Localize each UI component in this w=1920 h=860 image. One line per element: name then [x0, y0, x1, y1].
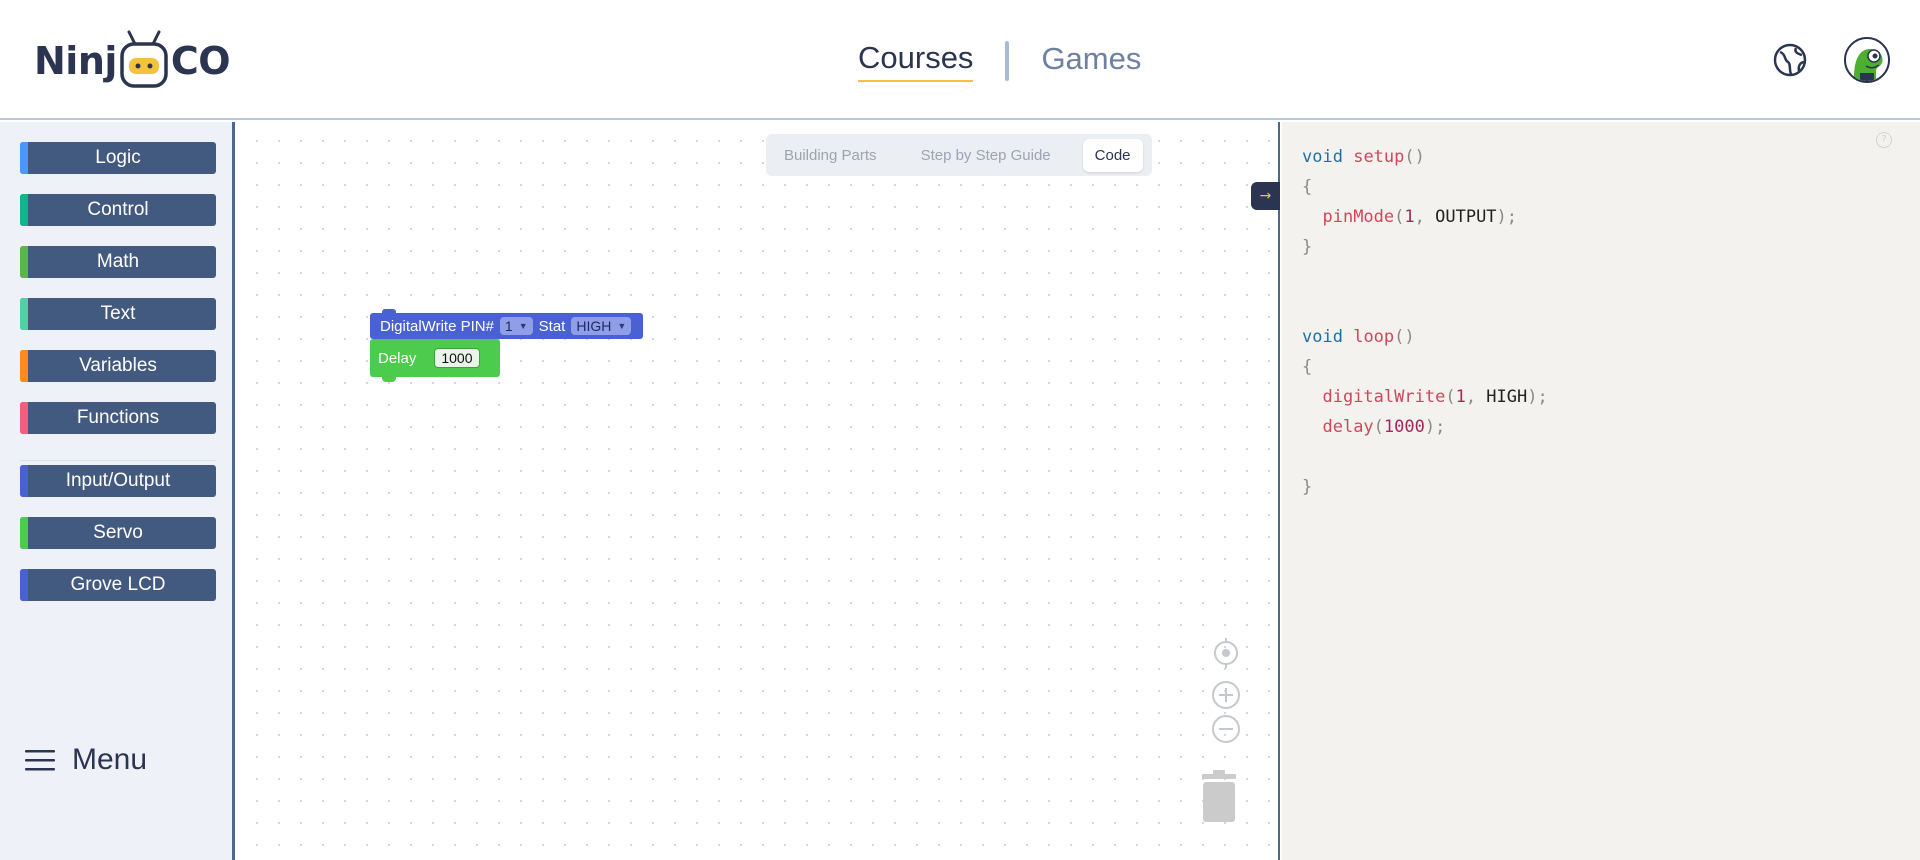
code-fn-delay: delay	[1322, 417, 1374, 437]
tab-building-parts[interactable]: Building Parts	[772, 139, 889, 172]
zoom-in-icon[interactable]	[1211, 680, 1241, 710]
code-view: void setup() { pinMode(1, OUTPUT); } voi…	[1302, 147, 1548, 497]
logo-text-left: Ninj	[34, 39, 117, 83]
help-icon[interactable]: ?	[1876, 132, 1892, 148]
category-label: Text	[100, 303, 136, 324]
dropdown-arrow-icon: ▼	[518, 321, 528, 331]
globe-icon[interactable]	[1772, 42, 1808, 78]
delay-block[interactable]: Delay 1000	[370, 339, 500, 382]
category-label: Functions	[76, 407, 160, 428]
category-text[interactable]: Text	[20, 298, 216, 330]
category-swatch	[20, 142, 28, 174]
blockly-workspace[interactable]: Building Parts Step by Step Guide Code →…	[238, 122, 1280, 860]
stat-dropdown[interactable]: HIGH ▼	[571, 317, 632, 335]
category-math[interactable]: Math	[20, 246, 216, 278]
category-swatch	[20, 194, 28, 226]
collapse-code-panel-button[interactable]: →	[1251, 182, 1280, 210]
code-fn-digitalwrite: digitalWrite	[1322, 387, 1446, 407]
robot-logo-icon	[120, 30, 168, 88]
category-label: Variables	[79, 355, 157, 376]
category-swatch	[20, 402, 28, 434]
code-fn-setup: setup	[1353, 147, 1405, 167]
stat-label: Stat	[538, 317, 566, 335]
delay-input[interactable]: 1000	[434, 348, 480, 368]
category-swatch	[20, 246, 28, 278]
pin-dropdown[interactable]: 1 ▼	[499, 317, 533, 335]
top-header: Ninj CO Courses Games	[0, 0, 1920, 120]
zoom-out-icon[interactable]	[1211, 714, 1241, 744]
category-variables[interactable]: Variables	[20, 350, 216, 382]
code-fn-loop: loop	[1353, 327, 1395, 347]
nav-divider	[1005, 41, 1010, 81]
category-swatch	[20, 465, 28, 497]
menu-button[interactable]: Menu	[24, 740, 147, 780]
pin-value: 1	[504, 318, 513, 334]
hamburger-icon	[25, 750, 55, 771]
main-nav: Courses Games	[858, 36, 1141, 86]
generated-code-panel: ? void setup() { pinMode(1, OUTPUT); } v…	[1282, 122, 1920, 860]
category-swatch	[20, 569, 28, 601]
category-label: Input/Output	[65, 470, 171, 491]
dino-avatar-icon	[1846, 39, 1888, 81]
target-icon[interactable]	[1211, 638, 1241, 668]
category-label: Control	[87, 199, 149, 220]
digitalwrite-label: DigitalWrite PIN#	[380, 317, 494, 335]
category-label: Servo	[93, 522, 143, 543]
tab-step-by-step-guide[interactable]: Step by Step Guide	[909, 139, 1063, 172]
category-swatch	[20, 517, 28, 549]
category-control[interactable]: Control	[20, 194, 216, 226]
delay-label: Delay	[378, 349, 417, 367]
nav-games[interactable]: Games	[1041, 41, 1141, 81]
code-high: HIGH	[1486, 387, 1528, 407]
menu-label: Menu	[72, 743, 148, 776]
category-swatch	[20, 298, 28, 330]
block-notch	[382, 309, 396, 315]
dropdown-arrow-icon: ▼	[617, 321, 627, 331]
block-category-sidebar: Logic Control Math Text Variables Functi…	[0, 122, 235, 860]
category-label: Grove LCD	[70, 574, 166, 595]
workspace-tabs: Building Parts Step by Step Guide Code	[766, 134, 1152, 176]
category-label: Logic	[95, 147, 141, 168]
category-grove-lcd[interactable]: Grove LCD	[20, 569, 216, 601]
code-keyword: void	[1302, 327, 1343, 347]
category-functions[interactable]: Functions	[20, 402, 216, 434]
nav-courses[interactable]: Courses	[858, 40, 974, 82]
code-keyword: void	[1302, 147, 1343, 167]
logo-text-right: CO	[170, 39, 231, 83]
code-pin: 1	[1455, 387, 1466, 407]
arrow-right-icon: →	[1259, 188, 1272, 204]
code-fn-pinmode: pinMode	[1322, 207, 1395, 227]
tab-code[interactable]: Code	[1082, 138, 1143, 172]
ninjaco-logo[interactable]: Ninj CO	[34, 26, 231, 96]
category-label: Math	[96, 251, 140, 272]
trash-icon[interactable]	[1200, 770, 1238, 822]
category-divider	[20, 460, 216, 461]
category-input-output[interactable]: Input/Output	[20, 465, 216, 497]
digitalwrite-block[interactable]: DigitalWrite PIN# 1 ▼ Stat HIGH ▼	[370, 309, 644, 339]
block-notch	[382, 376, 396, 382]
category-logic[interactable]: Logic	[20, 142, 216, 174]
code-pin: 1	[1404, 207, 1415, 227]
category-swatch	[20, 350, 28, 382]
code-delay-ms: 1000	[1383, 417, 1425, 437]
code-output: OUTPUT	[1435, 207, 1497, 227]
stat-value: HIGH	[576, 318, 612, 334]
category-servo[interactable]: Servo	[20, 517, 216, 549]
user-avatar[interactable]	[1844, 37, 1890, 83]
